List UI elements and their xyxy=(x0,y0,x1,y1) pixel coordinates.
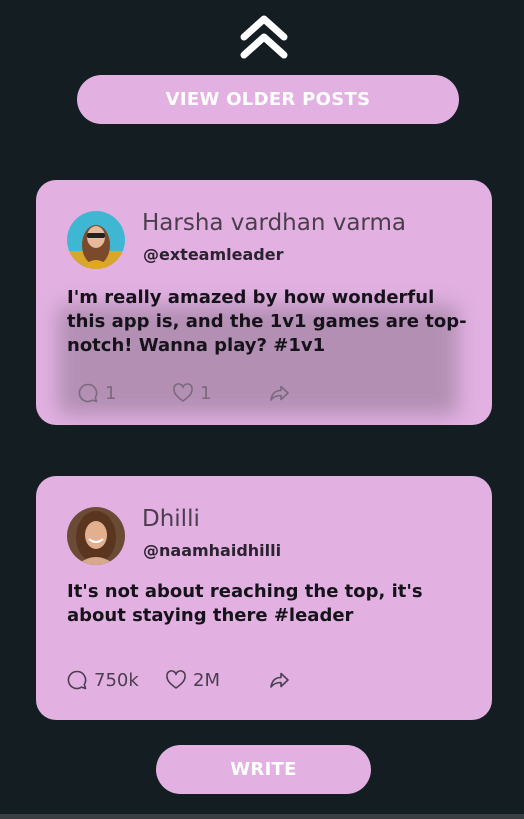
avatar-image xyxy=(67,507,125,565)
write-button[interactable]: WRITE xyxy=(156,745,371,794)
heart-icon xyxy=(166,670,186,689)
comment-icon xyxy=(67,670,87,690)
share-button[interactable] xyxy=(268,382,290,404)
post-card: Harsha vardhan varma @exteamleader I'm r… xyxy=(36,180,492,425)
scroll-up-button[interactable] xyxy=(238,10,290,62)
share-icon xyxy=(270,672,289,688)
bottom-divider xyxy=(0,814,524,819)
like-button[interactable]: 2M xyxy=(165,669,220,691)
author-name[interactable]: Harsha vardhan varma xyxy=(142,210,406,236)
like-count: 1 xyxy=(200,382,212,404)
avatar[interactable] xyxy=(67,507,125,565)
comment-count: 750k xyxy=(94,669,139,691)
comment-button[interactable]: 750k xyxy=(66,669,139,691)
avatar[interactable] xyxy=(67,211,125,269)
heart-icon xyxy=(173,383,193,402)
comment-button[interactable]: 1 xyxy=(77,382,116,404)
share-button[interactable] xyxy=(268,669,290,691)
author-handle[interactable]: @naamhaidhilli xyxy=(143,541,281,560)
post-text: It's not about reaching the top, it's ab… xyxy=(67,581,423,626)
share-icon xyxy=(270,385,289,401)
post-card: Dhilli @naamhaidhilli It's not about rea… xyxy=(36,476,492,720)
author-name[interactable]: Dhilli xyxy=(142,506,200,532)
double-chevron-up-icon xyxy=(240,15,288,59)
avatar-image xyxy=(67,211,125,269)
author-handle[interactable]: @exteamleader xyxy=(143,245,283,264)
post-text: I'm really amazed by how wonderful this … xyxy=(67,287,467,356)
comment-icon xyxy=(78,383,98,403)
comment-count: 1 xyxy=(105,382,117,404)
like-button[interactable]: 1 xyxy=(172,382,211,404)
like-count: 2M xyxy=(193,669,220,691)
view-older-posts-button[interactable]: VIEW OLDER POSTS xyxy=(77,75,459,124)
